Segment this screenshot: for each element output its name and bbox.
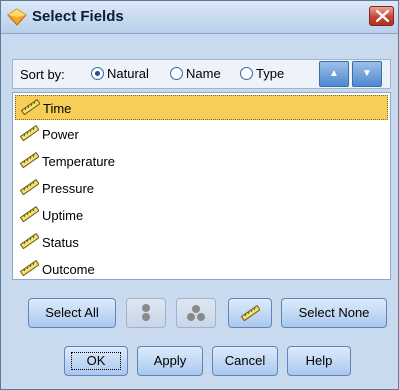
- apply-button[interactable]: Apply: [137, 346, 203, 376]
- sort-descending-button[interactable]: ▼: [352, 61, 382, 87]
- app-diamond-icon: [7, 8, 27, 26]
- field-item-pressure[interactable]: Pressure: [15, 176, 388, 201]
- field-item-temperature[interactable]: Temperature: [15, 149, 388, 174]
- field-item-uptime[interactable]: Uptime: [15, 203, 388, 228]
- continuous-ruler-icon: [20, 99, 40, 115]
- title-bar: Select Fields: [1, 1, 398, 34]
- flag-type-icon: [142, 304, 150, 321]
- sort-by-label: Sort by:: [20, 67, 65, 82]
- field-item-power[interactable]: Power: [15, 122, 388, 147]
- sort-type-option[interactable]: Type: [240, 66, 284, 81]
- sort-descending-icon: ▼: [362, 68, 372, 79]
- sort-natural-radio[interactable]: [91, 67, 104, 80]
- field-list[interactable]: Time Power Temperature Pressure Uptime S…: [12, 92, 391, 280]
- continuous-ruler-icon: [19, 152, 39, 168]
- sort-natural-label: Natural: [107, 66, 149, 81]
- dialog-title: Select Fields: [32, 8, 124, 25]
- select-set-fields-button[interactable]: [176, 298, 216, 328]
- field-item-status[interactable]: Status: [15, 230, 388, 255]
- continuous-ruler-icon: [19, 179, 39, 195]
- select-all-button[interactable]: Select All: [28, 298, 116, 328]
- continuous-ruler-icon: [19, 125, 39, 141]
- continuous-ruler-icon: [19, 260, 39, 276]
- sort-type-radio[interactable]: [240, 67, 253, 80]
- ok-button[interactable]: OK: [64, 346, 128, 376]
- sort-name-label: Name: [186, 66, 221, 81]
- close-icon: [376, 10, 389, 22]
- focus-rectangle: [71, 352, 121, 370]
- cancel-button[interactable]: Cancel: [212, 346, 278, 376]
- sort-type-label: Type: [256, 66, 285, 81]
- field-label: Time: [43, 101, 72, 116]
- select-all-label: Select All: [45, 305, 99, 320]
- select-fields-dialog: Select Fields Sort by: Natural Name Type…: [0, 0, 399, 390]
- continuous-ruler-icon: [19, 233, 39, 249]
- continuous-type-icon: [240, 305, 260, 321]
- sort-toolbar: Sort by: Natural Name Type ▲ ▼: [12, 59, 391, 89]
- field-label: Temperature: [42, 154, 115, 169]
- close-button[interactable]: [369, 6, 394, 26]
- select-none-button[interactable]: Select None: [281, 298, 387, 328]
- help-label: Help: [305, 353, 333, 368]
- field-label: Pressure: [42, 181, 95, 196]
- field-label: Uptime: [42, 208, 84, 223]
- select-flag-fields-button[interactable]: [126, 298, 166, 328]
- sort-name-radio[interactable]: [170, 67, 183, 80]
- apply-label: Apply: [153, 353, 187, 368]
- select-continuous-fields-button[interactable]: [228, 298, 272, 328]
- field-label: Outcome: [42, 262, 95, 277]
- sort-ascending-button[interactable]: ▲: [319, 61, 349, 87]
- help-button[interactable]: Help: [287, 346, 351, 376]
- sort-name-option[interactable]: Name: [170, 66, 221, 81]
- select-none-label: Select None: [298, 305, 370, 320]
- field-label: Power: [42, 127, 79, 142]
- cancel-label: Cancel: [224, 353, 266, 368]
- field-label: Status: [42, 235, 79, 250]
- continuous-ruler-icon: [19, 206, 39, 222]
- field-item-outcome[interactable]: Outcome: [15, 257, 388, 282]
- sort-ascending-icon: ▲: [329, 68, 339, 79]
- field-item-time[interactable]: Time: [15, 95, 388, 120]
- sort-natural-option[interactable]: Natural: [91, 66, 149, 81]
- set-type-icon: [187, 305, 205, 321]
